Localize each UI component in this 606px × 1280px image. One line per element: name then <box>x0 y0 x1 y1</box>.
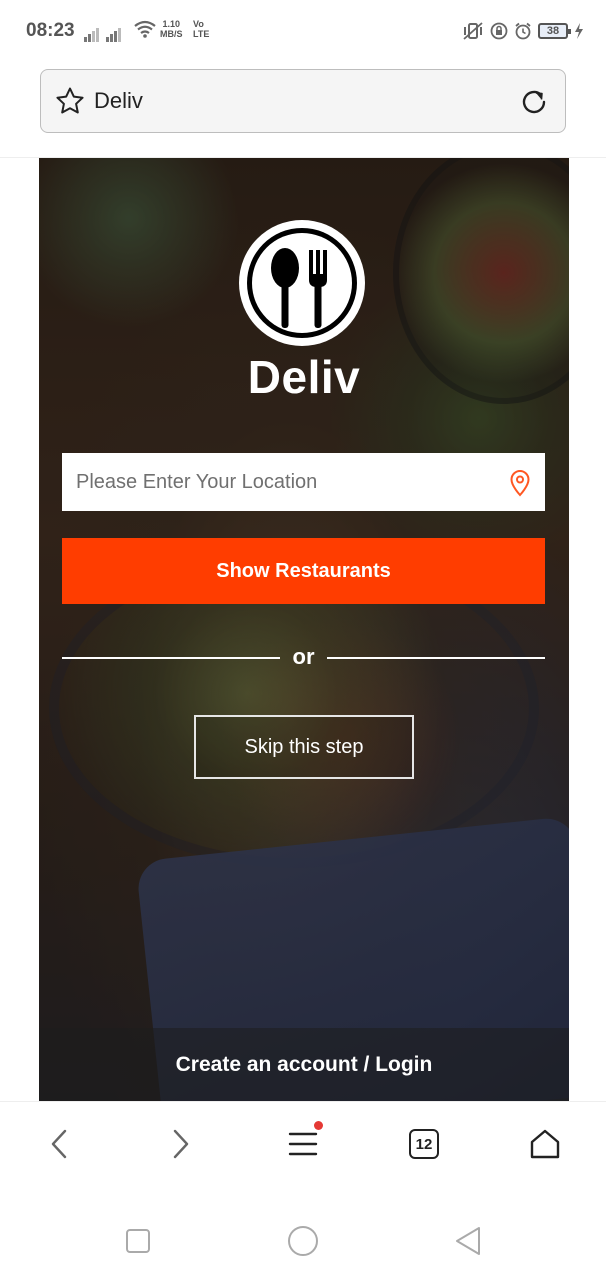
brand-title: Deliv <box>247 351 361 403</box>
system-back-button[interactable] <box>448 1221 488 1261</box>
lock-rotation-icon <box>490 22 508 40</box>
location-input[interactable] <box>62 453 545 511</box>
status-right-icons: 38 <box>462 20 584 42</box>
net-speed-value: 1.10 <box>162 19 181 29</box>
notification-dot <box>314 1121 323 1130</box>
menu-icon[interactable] <box>287 1129 319 1159</box>
reload-icon[interactable] <box>519 87 549 117</box>
or-line-right <box>327 657 545 659</box>
status-time: 08:23 <box>26 20 75 41</box>
signal-1-icon <box>84 24 100 42</box>
net-speed-unit: MB/S <box>160 29 183 39</box>
fork-spoon-logo-icon <box>239 220 365 346</box>
recents-icon[interactable] <box>125 1228 151 1254</box>
hero-section: Deliv Show Restaurants or Skip this step… <box>39 158 569 1101</box>
forward-icon[interactable] <box>168 1128 192 1160</box>
or-divider: or <box>62 642 545 672</box>
address-title: Deliv <box>94 88 143 113</box>
show-restaurants-button[interactable]: Show Restaurants <box>62 538 545 604</box>
home-circle-icon[interactable] <box>287 1225 319 1257</box>
vibrate-icon <box>463 22 483 40</box>
back-button[interactable] <box>40 1124 80 1164</box>
back-icon[interactable] <box>48 1128 72 1160</box>
forward-button[interactable] <box>160 1124 200 1164</box>
net-speed: 1.10 MB/S <box>160 19 183 39</box>
menu-button[interactable] <box>283 1121 323 1164</box>
system-home-button[interactable] <box>283 1221 323 1261</box>
charging-icon <box>575 23 583 39</box>
star-icon[interactable] <box>55 86 85 116</box>
create-account-login-link[interactable]: Create an account / Login <box>39 1028 569 1101</box>
tabs-icon[interactable]: 12 <box>409 1129 439 1159</box>
address-bar[interactable]: Deliv <box>40 69 566 133</box>
skip-step-button[interactable]: Skip this step <box>194 715 414 779</box>
location-field[interactable] <box>62 453 545 511</box>
tabs-button[interactable]: 12 <box>404 1124 444 1164</box>
volte-top: Vo <box>193 19 204 29</box>
status-bar: 08:23 1.10 MB/S Vo LTE 38 <box>0 0 606 62</box>
recents-button[interactable] <box>118 1221 158 1261</box>
location-pin-icon[interactable] <box>509 469 531 497</box>
alarm-icon <box>515 22 531 40</box>
browser-toolbar: 12 <box>0 1101 606 1191</box>
home-icon[interactable] <box>528 1127 562 1161</box>
battery-indicator: 38 <box>538 23 571 39</box>
system-navigation-bar <box>0 1191 606 1280</box>
volte-indicator: Vo LTE <box>193 19 209 39</box>
home-button[interactable] <box>525 1124 565 1164</box>
volte-bottom: LTE <box>193 29 210 39</box>
signal-2-icon <box>106 24 122 42</box>
wifi-icon <box>134 20 156 38</box>
back-triangle-icon[interactable] <box>454 1226 482 1256</box>
